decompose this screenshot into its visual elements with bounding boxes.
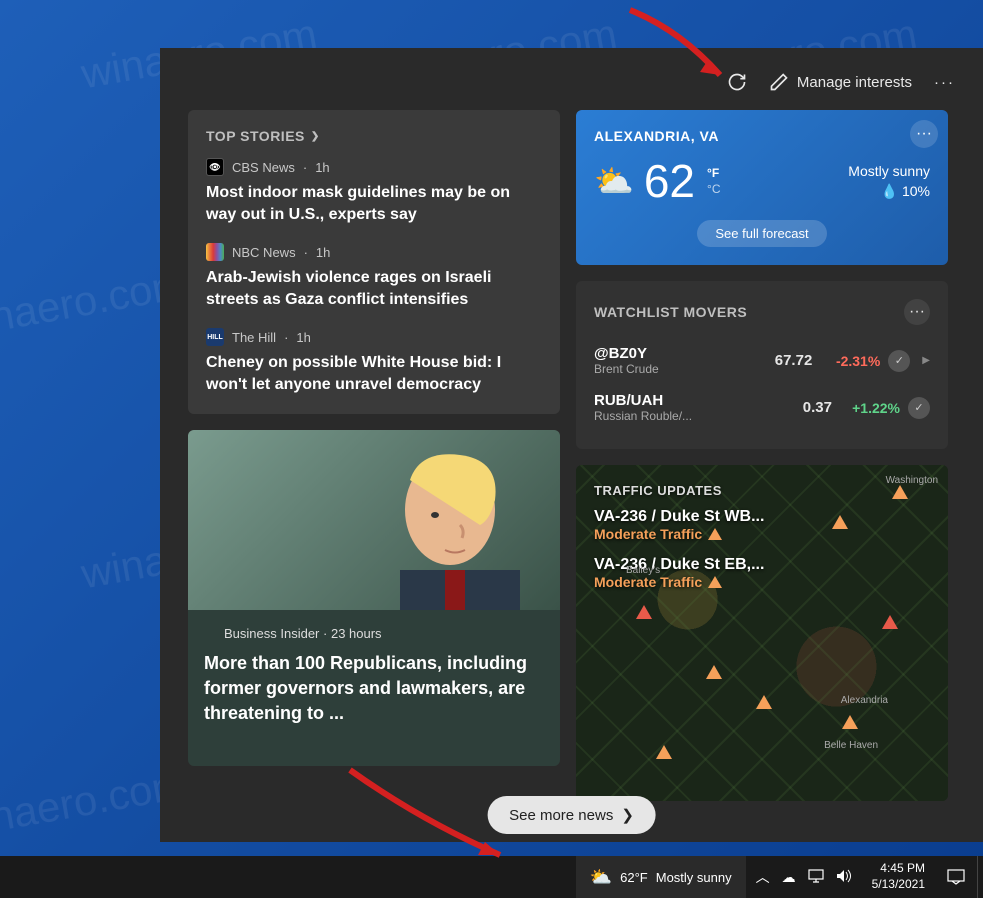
refresh-icon (727, 72, 747, 92)
taskbar-weather-temp: 62°F (620, 870, 648, 885)
source-icon: HILL (206, 328, 224, 346)
story-sep: · (284, 330, 288, 345)
weather-temperature: 62 (644, 154, 695, 208)
source-icon: 👁 (206, 158, 224, 176)
flyout-header: Manage interests ··· (188, 66, 955, 110)
weather-location: ALEXANDRIA, VA (594, 128, 930, 144)
story-source: CBS News (232, 160, 295, 175)
story-source: NBC News (232, 245, 296, 260)
mover-price: 67.72 (760, 352, 812, 369)
see-forecast-button[interactable]: See full forecast (697, 220, 826, 247)
featured-story-card[interactable]: Business Insider · 23 hours More than 10… (188, 430, 560, 766)
weather-sun-cloud-icon: ⛅ (590, 867, 612, 888)
weather-condition: Mostly sunny (848, 163, 930, 179)
story-headline: Arab-Jewish violence rages on Israeli st… (206, 267, 542, 310)
weather-more-button[interactable]: ··· (910, 120, 938, 148)
chevron-right-icon: ❯ (311, 131, 320, 142)
mover-change: +1.22% (840, 400, 900, 416)
more-icon: ··· (916, 125, 932, 143)
action-center-button[interactable] (935, 869, 977, 885)
mover-symbol: @BZ0Y (594, 345, 752, 362)
show-desktop-button[interactable] (977, 856, 983, 898)
unit-celsius[interactable]: °C (707, 182, 720, 196)
more-icon: ··· (909, 303, 925, 321)
story-source: The Hill (232, 330, 276, 345)
watchlist-title: WATCHLIST MOVERS (594, 304, 747, 320)
watchlist-row[interactable]: RUB/UAH Russian Rouble/... 0.37 +1.22% ✓ (594, 384, 930, 431)
pencil-icon (769, 72, 789, 92)
traffic-status: Moderate Traffic (594, 574, 702, 590)
traffic-title: TRAFFIC UPDATES (594, 483, 930, 498)
tray-chevron-up-icon[interactable]: ︿ (756, 867, 770, 887)
network-icon[interactable] (808, 869, 824, 886)
weather-sun-cloud-icon: ⛅ (594, 162, 634, 200)
story-headline: Cheney on possible White House bid: I wo… (206, 352, 542, 395)
story-item[interactable]: 👁 CBS News · 1h Most indoor mask guideli… (206, 158, 542, 225)
taskbar-time: 4:45 PM (872, 861, 925, 877)
mover-name: Brent Crude (594, 362, 752, 376)
taskbar-date: 5/13/2021 (872, 877, 925, 893)
notification-icon (947, 869, 965, 885)
warning-icon (708, 576, 722, 588)
warning-icon (708, 528, 722, 540)
story-item[interactable]: NBC News · 1h Arab-Jewish violence rages… (206, 243, 542, 310)
map-label: Washington (886, 475, 938, 486)
story-age: 1h (296, 330, 310, 345)
featured-story-age: 23 hours (331, 626, 382, 641)
taskbar-weather-condition: Mostly sunny (656, 870, 732, 885)
watchlist-more-button[interactable]: ··· (904, 299, 930, 325)
map-label: Belle Haven (824, 740, 878, 751)
map-label: Alexandria (841, 695, 888, 706)
story-item[interactable]: HILL The Hill · 1h Cheney on possible Wh… (206, 328, 542, 395)
mover-symbol: RUB/UAH (594, 392, 772, 409)
manage-interests-label: Manage interests (797, 74, 912, 91)
taskbar-weather-button[interactable]: ⛅ 62°F Mostly sunny (576, 856, 746, 898)
taskbar-clock[interactable]: 4:45 PM 5/13/2021 (862, 861, 935, 892)
chevron-right-icon[interactable]: ▶ (922, 355, 930, 366)
traffic-item: VA-236 / Duke St WB... Moderate Traffic (594, 508, 930, 542)
watchlist-card: WATCHLIST MOVERS ··· @BZ0Y Brent Crude 6… (576, 281, 948, 449)
featured-story-headline: More than 100 Republicans, including for… (204, 651, 544, 727)
mover-name: Russian Rouble/... (594, 409, 772, 423)
top-stories-card: TOP STORIES ❯ 👁 CBS News · 1h Most indoo… (188, 110, 560, 414)
weather-card: ··· ALEXANDRIA, VA ⛅ 62 °F °C Mostly sun… (576, 110, 948, 265)
map-label: Bailey's (626, 565, 660, 576)
manage-interests-button[interactable]: Manage interests (769, 72, 912, 92)
top-stories-header[interactable]: TOP STORIES ❯ (206, 128, 542, 144)
story-sep: · (304, 245, 308, 260)
mover-price: 0.37 (780, 399, 832, 416)
top-stories-title: TOP STORIES (206, 128, 305, 144)
source-icon (206, 243, 224, 261)
check-icon[interactable]: ✓ (908, 397, 930, 419)
watchlist-row[interactable]: @BZ0Y Brent Crude 67.72 -2.31% ✓ ▶ (594, 337, 930, 384)
traffic-card[interactable]: TRAFFIC UPDATES VA-236 / Duke St WB... M… (576, 465, 948, 801)
volume-icon[interactable] (836, 869, 852, 886)
featured-story-image (188, 430, 560, 610)
see-more-label: See more news (509, 807, 613, 824)
unit-fahrenheit[interactable]: °F (707, 166, 720, 180)
weather-precipitation: 10% (902, 183, 930, 199)
story-sep: · (303, 160, 307, 175)
featured-story-source: Business Insider (224, 626, 319, 641)
mover-change: -2.31% (820, 353, 880, 369)
story-age: 1h (316, 245, 330, 260)
refresh-button[interactable] (727, 72, 747, 92)
traffic-status: Moderate Traffic (594, 526, 702, 542)
see-more-news-button[interactable]: See more news ❯ (487, 796, 656, 834)
story-age: 1h (315, 160, 329, 175)
traffic-road: VA-236 / Duke St WB... (594, 508, 930, 526)
droplet-icon: 💧 (881, 183, 898, 200)
news-and-interests-flyout: Manage interests ··· TOP STORIES ❯ 👁 CBS… (160, 48, 983, 842)
check-icon[interactable]: ✓ (888, 350, 910, 372)
story-headline: Most indoor mask guidelines may be on wa… (206, 182, 542, 225)
more-options-button[interactable]: ··· (934, 74, 955, 91)
taskbar: ⛅ 62°F Mostly sunny ︿ ☁ 4:45 PM 5/13/202… (0, 856, 983, 898)
onedrive-icon[interactable]: ☁ (782, 869, 796, 886)
chevron-right-icon: ❯ (621, 806, 634, 824)
more-icon: ··· (934, 74, 955, 91)
